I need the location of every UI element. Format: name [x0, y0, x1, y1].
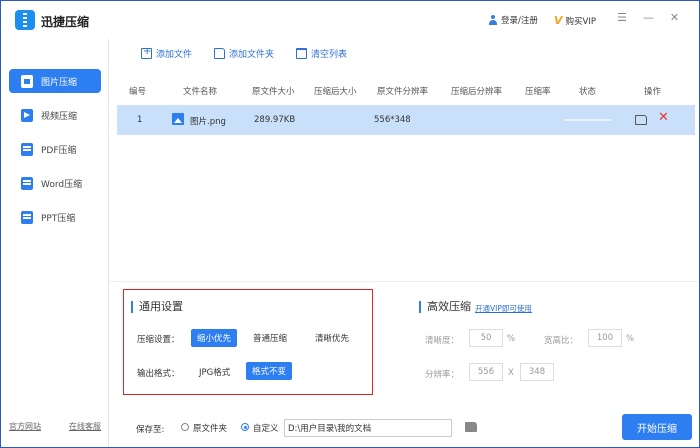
- sidebar-item-image[interactable]: 图片压缩: [9, 69, 101, 93]
- clarity-input[interactable]: 50: [469, 329, 503, 347]
- aspect-ratio-unit: %: [626, 334, 635, 344]
- column-header: 操作: [644, 87, 662, 97]
- row-original-size: 289.97KB: [254, 115, 296, 125]
- sidebar-item-label: PDF压缩: [41, 145, 77, 156]
- column-header: 原文件大小: [252, 87, 295, 97]
- vip-label: 购买VIP: [565, 16, 596, 27]
- sidebar-footer: 官方网站 在线客服: [9, 421, 101, 432]
- column-header: 原文件分辨率: [377, 87, 429, 97]
- login-label: 登录/注册: [501, 16, 538, 26]
- column-header: 压缩后分辨率: [451, 87, 503, 97]
- efficient-compress-title: 高效压缩: [419, 301, 471, 313]
- panel-divider: [109, 281, 699, 282]
- sidebar-item-label: PPT压缩: [41, 213, 76, 224]
- radio-original-folder-label: 原文件夹: [193, 424, 228, 434]
- close-icon[interactable]: ✕: [670, 11, 679, 24]
- column-header: 状态: [579, 87, 597, 97]
- ppt-icon: [21, 210, 33, 224]
- save-to-label: 保存至:: [136, 425, 165, 435]
- image-icon: [21, 74, 33, 88]
- minimize-icon[interactable]: —: [643, 11, 654, 24]
- window-controls: ☰ — ✕: [617, 11, 679, 24]
- column-header: 压缩后大小: [314, 87, 357, 97]
- add-file-icon: [141, 46, 152, 59]
- add-folder-button[interactable]: 添加文件夹: [214, 47, 274, 60]
- start-compress-button[interactable]: 开始压缩: [622, 414, 692, 440]
- general-settings-title: 通用设置: [131, 301, 183, 313]
- vip-icon: V: [554, 14, 563, 27]
- add-file-button[interactable]: 添加文件: [141, 46, 193, 60]
- image-file-icon: [172, 113, 184, 125]
- clarity-label: 清晰度：: [425, 336, 460, 346]
- output-format-label: 输出格式：: [137, 369, 180, 379]
- option-normal[interactable]: 普通压缩: [247, 329, 293, 347]
- row-original-resolution: 556*348: [374, 115, 411, 125]
- sidebar-item-label: Word压缩: [41, 179, 83, 190]
- menu-icon[interactable]: ☰: [617, 11, 627, 24]
- delete-row-icon[interactable]: ✕: [658, 110, 669, 125]
- save-path-input[interactable]: D:\用户目录\我的文档: [284, 419, 452, 437]
- resolution-label: 分辨率：: [425, 370, 460, 380]
- sidebar-item-pdf[interactable]: PDF压缩: [9, 137, 101, 161]
- radio-original-folder[interactable]: [181, 423, 189, 431]
- login-button[interactable]: 登录/注册: [488, 14, 538, 26]
- online-support-link[interactable]: 在线客服: [69, 421, 101, 432]
- aspect-ratio-label: 宽高比：: [544, 336, 579, 346]
- option-keep-format[interactable]: 格式不变: [246, 362, 293, 380]
- buy-vip-button[interactable]: V 购买VIP: [554, 14, 596, 27]
- compress-setting-label: 压缩设置：: [137, 335, 180, 345]
- option-smallest[interactable]: 缩小优先: [191, 329, 238, 347]
- resolution-height-input[interactable]: 348: [520, 363, 554, 381]
- browse-folder-icon[interactable]: [465, 422, 477, 432]
- title-bar: 迅捷压缩 登录/注册 V 购买VIP ☰ — ✕: [1, 1, 699, 39]
- radio-custom[interactable]: [241, 423, 249, 431]
- open-vip-link[interactable]: 开通VIP即可使用: [475, 303, 532, 314]
- sidebar: 图片压缩 视频压缩 PDF压缩 Word压缩 PPT压缩: [1, 39, 109, 447]
- pdf-icon: [21, 142, 33, 156]
- row-index: 1: [137, 115, 143, 125]
- video-icon: [21, 108, 33, 122]
- sidebar-item-label: 视频压缩: [41, 111, 78, 122]
- radio-custom-label: 自定义: [253, 424, 279, 434]
- toolbar: 添加文件 添加文件夹 清空列表: [141, 46, 347, 60]
- add-file-label: 添加文件: [156, 50, 193, 60]
- column-header: 编号: [129, 87, 147, 97]
- clear-list-label: 清空列表: [311, 50, 348, 60]
- option-clearest[interactable]: 清晰优先: [309, 329, 355, 347]
- official-website-link[interactable]: 官方网站: [9, 421, 41, 432]
- app-window: 迅捷压缩 登录/注册 V 购买VIP ☰ — ✕ 图片压缩 视频压缩 PDF压缩: [0, 0, 700, 448]
- add-folder-icon: [214, 48, 226, 59]
- option-jpg[interactable]: JPG格式: [193, 363, 236, 381]
- sidebar-item-label: 图片压缩: [41, 77, 78, 88]
- app-logo-icon: [15, 10, 35, 30]
- row-file-name: 图片.png: [190, 117, 226, 127]
- trash-icon: [296, 48, 308, 59]
- aspect-ratio-input[interactable]: 100: [588, 329, 622, 347]
- open-folder-icon[interactable]: [635, 115, 647, 125]
- clear-list-button[interactable]: 清空列表: [296, 47, 347, 60]
- user-icon: [488, 15, 498, 25]
- word-icon: [21, 176, 33, 190]
- clarity-unit: %: [507, 334, 516, 344]
- add-folder-label: 添加文件夹: [229, 50, 275, 60]
- column-header: 压缩率: [525, 87, 551, 97]
- resolution-width-input[interactable]: 556: [469, 363, 503, 381]
- table-header: 编号 文件名称 原文件大小 压缩后大小 原文件分辨率 压缩后分辨率 压缩率 状态…: [117, 79, 695, 101]
- sidebar-item-ppt[interactable]: PPT压缩: [9, 205, 101, 229]
- sidebar-item-video[interactable]: 视频压缩: [9, 103, 101, 127]
- table-row[interactable]: 1 图片.png 289.97KB 556*348 ✕: [117, 105, 695, 135]
- row-progress-bar: [564, 119, 612, 121]
- sidebar-item-word[interactable]: Word压缩: [9, 171, 101, 195]
- resolution-separator: X: [508, 368, 514, 378]
- app-title: 迅捷压缩: [41, 15, 90, 29]
- column-header: 文件名称: [183, 87, 218, 97]
